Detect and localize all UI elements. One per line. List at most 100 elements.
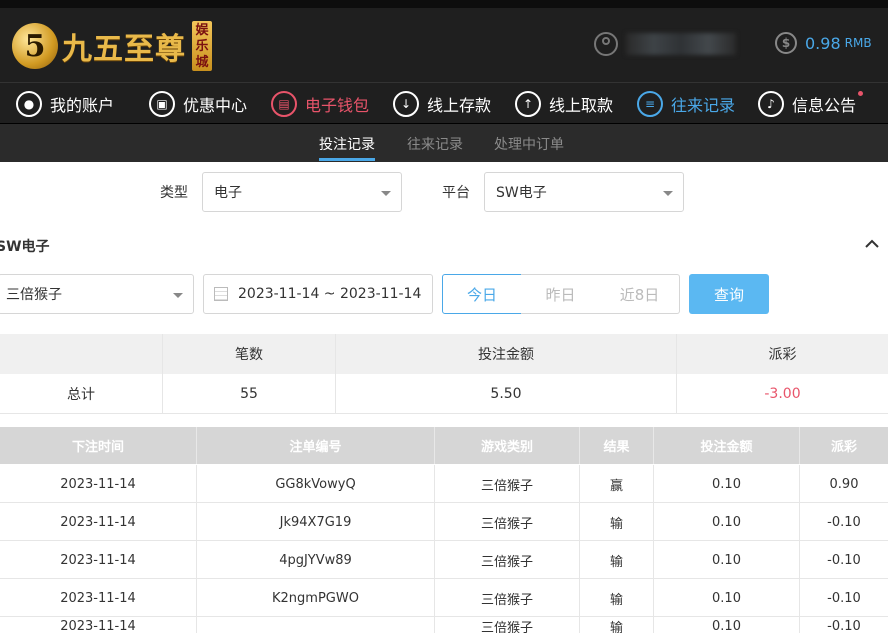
- summary-header-row: 笔数 投注金额 派彩: [0, 334, 888, 374]
- records-header-cell: 结果: [580, 427, 654, 464]
- brand-badge: 娱乐城: [192, 21, 212, 71]
- chevron-up-icon[interactable]: [864, 236, 880, 252]
- summary-cell: 总计: [0, 374, 163, 414]
- brand-logo[interactable]: 5 九五至尊 娱乐城: [12, 16, 212, 76]
- gift-icon: ▣: [149, 91, 175, 117]
- nav-online-deposit[interactable]: ↓ 线上存款: [393, 89, 491, 119]
- cell-bet-amount: 0.10: [654, 541, 800, 579]
- summary-cell: 5.50: [336, 374, 677, 414]
- cell-bet-time: 2023-11-14: [0, 579, 197, 617]
- table-row: 2023-11-14 三倍猴子 输 0.10 -0.10: [0, 617, 888, 633]
- nav-label: 我的账户: [50, 96, 115, 115]
- cell-payout: -0.10: [827, 618, 861, 633]
- date-range-picker[interactable]: 2023-11-14 ~ 2023-11-14: [203, 274, 433, 314]
- user-avatar-icon: [594, 32, 618, 56]
- nav-my-account[interactable]: ● 我的账户: [16, 89, 114, 119]
- site-header: 5 九五至尊 娱乐城 $ 0.98 RMB: [0, 8, 888, 82]
- summary-header-cell: 投注金额: [336, 334, 677, 374]
- cell-game-type: 三倍猴子: [435, 541, 580, 579]
- records-header-row: 下注时间 注单编号 游戏类别 结果 投注金额 派彩: [0, 427, 888, 464]
- cell-bet-id: GG8kVowyQ: [197, 465, 435, 503]
- table-row: 2023-11-14 GG8kVowyQ 三倍猴子 赢 0.10 0.90: [0, 465, 888, 503]
- section-title: SW电子: [0, 239, 50, 255]
- type-select[interactable]: 电子: [202, 172, 402, 212]
- cell-payout: -0.10: [827, 552, 861, 568]
- wallet-icon: ▤: [271, 91, 297, 117]
- cell-bet-amount: 0.10: [654, 617, 800, 633]
- cell-result: 输: [580, 617, 654, 633]
- cell-bet-id: Jk94X7G19: [197, 503, 435, 541]
- user-account-area[interactable]: [594, 32, 736, 56]
- calendar-icon: [214, 287, 228, 301]
- platform-select-value: SW电子: [496, 185, 547, 201]
- sub-tabs: 投注记录 往来记录 处理中订单: [0, 124, 888, 162]
- nav-promotions[interactable]: ▣ 优惠中心: [149, 89, 247, 119]
- platform-label: 平台: [442, 185, 470, 201]
- table-row: 2023-11-14 4pgJYVw89 三倍猴子 输 0.10 -0.10: [0, 541, 888, 579]
- balance-currency: RMB: [844, 36, 872, 50]
- cell-bet-time: 2023-11-14: [0, 541, 197, 579]
- withdraw-icon: ↑: [515, 91, 541, 117]
- nav-label: 优惠中心: [183, 96, 248, 115]
- table-row: 2023-11-14 Jk94X7G19 三倍猴子 输 0.10 -0.10: [0, 503, 888, 541]
- cell-game-type: 三倍猴子: [435, 617, 580, 633]
- cell-game-type: 三倍猴子: [435, 579, 580, 617]
- cell-result: 输: [580, 579, 654, 617]
- cell-bet-time: 2023-11-14: [0, 617, 197, 633]
- type-select-value: 电子: [214, 185, 242, 201]
- cell-bet-amount: 0.10: [654, 503, 800, 541]
- nav-label: 线上取款: [549, 96, 614, 115]
- top-strip: [0, 0, 888, 8]
- quick-date-8days[interactable]: 近8日: [600, 274, 680, 314]
- nav-records[interactable]: ≡ 往来记录: [637, 89, 735, 119]
- main-nav: ● 我的账户 ▣ 优惠中心 ▤ 电子钱包 ↓ 线上存款 ↑ 线上取款 ≡ 往来记…: [0, 82, 888, 124]
- quick-date-yesterday[interactable]: 昨日: [521, 274, 601, 314]
- tab-transaction-records[interactable]: 往来记录: [407, 134, 463, 154]
- cell-bet-id: 4pgJYVw89: [197, 541, 435, 579]
- records-header-cell: 注单编号: [197, 427, 435, 464]
- nav-announcements[interactable]: ♪ 信息公告: [758, 89, 864, 119]
- balance-area: $ 0.98 RMB: [775, 32, 872, 54]
- summary-total-row: 总计 55 5.50 -3.00: [0, 374, 888, 414]
- section-header[interactable]: SW电子: [0, 236, 888, 256]
- records-header-cell: 下注时间: [0, 427, 197, 464]
- platform-select[interactable]: SW电子: [484, 172, 684, 212]
- summary-header-cell: 笔数: [163, 334, 336, 374]
- cell-result: 赢: [580, 465, 654, 503]
- summary-header-cell: [0, 334, 163, 374]
- nav-label: 往来记录: [671, 96, 736, 115]
- type-label: 类型: [160, 185, 188, 201]
- records-header-cell: 游戏类别: [435, 427, 580, 464]
- query-button[interactable]: 查询: [689, 274, 769, 314]
- cell-result: 输: [580, 503, 654, 541]
- nav-label: 信息公告: [792, 96, 857, 115]
- deposit-icon: ↓: [393, 91, 419, 117]
- cell-bet-id: [197, 617, 435, 633]
- summary-cell: 55: [163, 374, 336, 414]
- summary-header-cell: 派彩: [768, 347, 797, 363]
- cell-bet-id: K2ngmPGWO: [197, 579, 435, 617]
- records-header-cell: 派彩: [830, 440, 857, 455]
- nav-label: 电子钱包: [305, 96, 370, 115]
- records-icon: ≡: [637, 91, 663, 117]
- cell-payout: 0.90: [829, 476, 859, 492]
- tab-bet-records[interactable]: 投注记录: [319, 134, 375, 154]
- nav-e-wallet[interactable]: ▤ 电子钱包: [271, 89, 369, 119]
- quick-date-today[interactable]: 今日: [442, 274, 522, 314]
- records-header-cell: 投注金额: [654, 427, 800, 464]
- nav-online-withdraw[interactable]: ↑ 线上取款: [515, 89, 613, 119]
- game-select[interactable]: 三倍猴子: [0, 274, 194, 314]
- chevron-down-icon: [173, 293, 183, 298]
- chevron-down-icon: [381, 191, 391, 196]
- cell-bet-amount: 0.10: [654, 465, 800, 503]
- tab-pending-orders[interactable]: 处理中订单: [494, 134, 564, 154]
- cell-bet-time: 2023-11-14: [0, 503, 197, 541]
- summary-cell: -3.00: [764, 386, 801, 402]
- game-select-value: 三倍猴子: [6, 287, 62, 303]
- brand-name: 九五至尊: [62, 32, 186, 67]
- bell-icon: ♪: [758, 91, 784, 117]
- cell-game-type: 三倍猴子: [435, 503, 580, 541]
- cell-bet-time: 2023-11-14: [0, 465, 197, 503]
- cell-game-type: 三倍猴子: [435, 465, 580, 503]
- coin-icon: $: [775, 32, 797, 54]
